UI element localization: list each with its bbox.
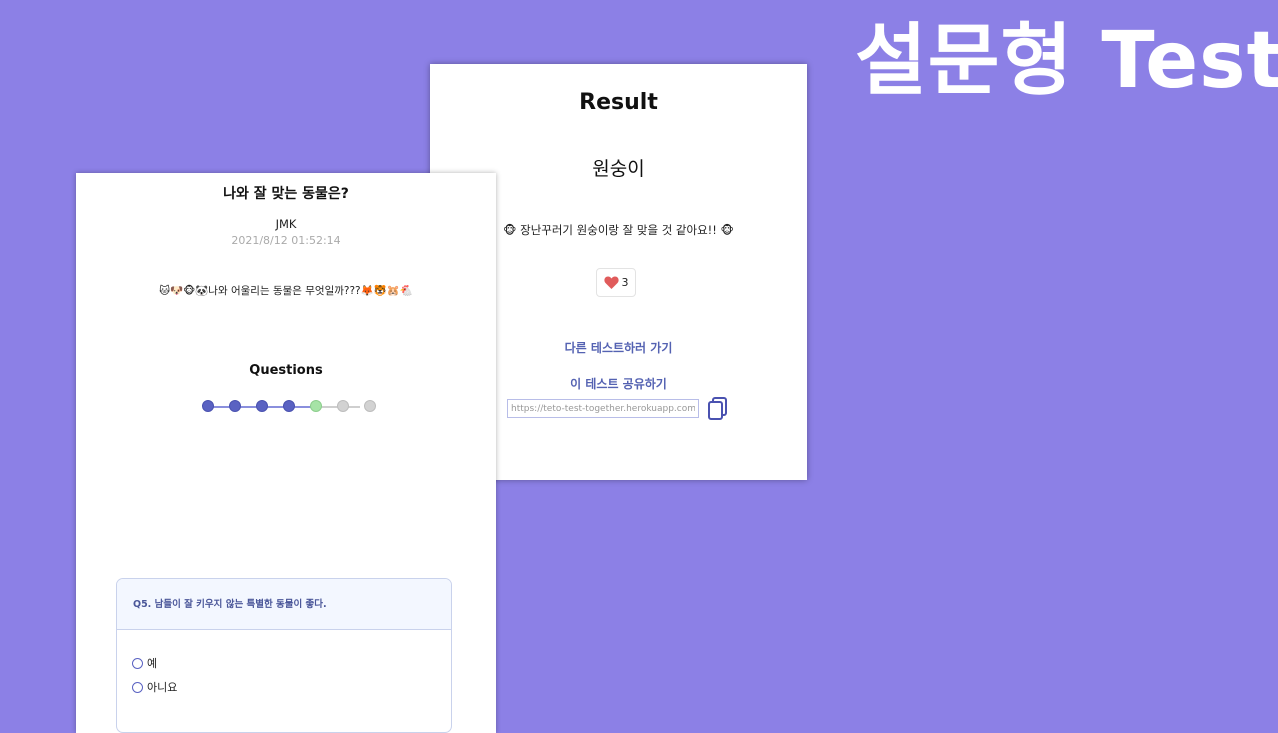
progress-step-5 (310, 400, 322, 412)
result-heading: Result (579, 90, 658, 115)
test-title: 나와 잘 맞는 동물은? (223, 186, 349, 202)
test-card: 나와 잘 맞는 동물은? JMK 2021/8/12 01:52:14 🐱🐶🐵🐼… (76, 173, 496, 733)
heart-icon (603, 276, 619, 289)
radio-icon[interactable] (132, 681, 143, 693)
progress-step-7 (364, 400, 376, 412)
option-label: 아니요 (147, 681, 178, 694)
like-count: 3 (621, 276, 629, 289)
like-button[interactable]: 3 (596, 268, 636, 297)
progress-step-3 (256, 400, 268, 412)
progress-step-1 (202, 400, 214, 412)
questions-heading: Questions (249, 363, 323, 378)
test-description: 🐱🐶🐵🐼나와 어울리는 동물은 무엇일까???🦊🐯🐹🐔 (159, 285, 413, 297)
question-box: Q5. 남들이 잘 키우지 않는 특별한 동물이 좋다. 예 아니요 (116, 578, 452, 733)
test-date: 2021/8/12 01:52:14 (231, 234, 341, 247)
option-no[interactable]: 아니요 (132, 679, 177, 695)
progress-step-4 (283, 400, 295, 412)
question-progress (202, 400, 376, 414)
banner-title: 설문형 Test (855, 16, 1278, 106)
option-label: 예 (147, 657, 158, 670)
progress-step-2 (229, 400, 241, 412)
copy-icon[interactable] (707, 397, 729, 425)
question-text: Q5. 남들이 잘 키우지 않는 특별한 동물이 좋다. (117, 579, 451, 630)
progress-step-6 (337, 400, 349, 412)
test-author: JMK (275, 217, 297, 231)
share-url-input[interactable] (507, 399, 699, 418)
radio-icon[interactable] (132, 657, 143, 669)
option-yes[interactable]: 예 (132, 655, 157, 671)
